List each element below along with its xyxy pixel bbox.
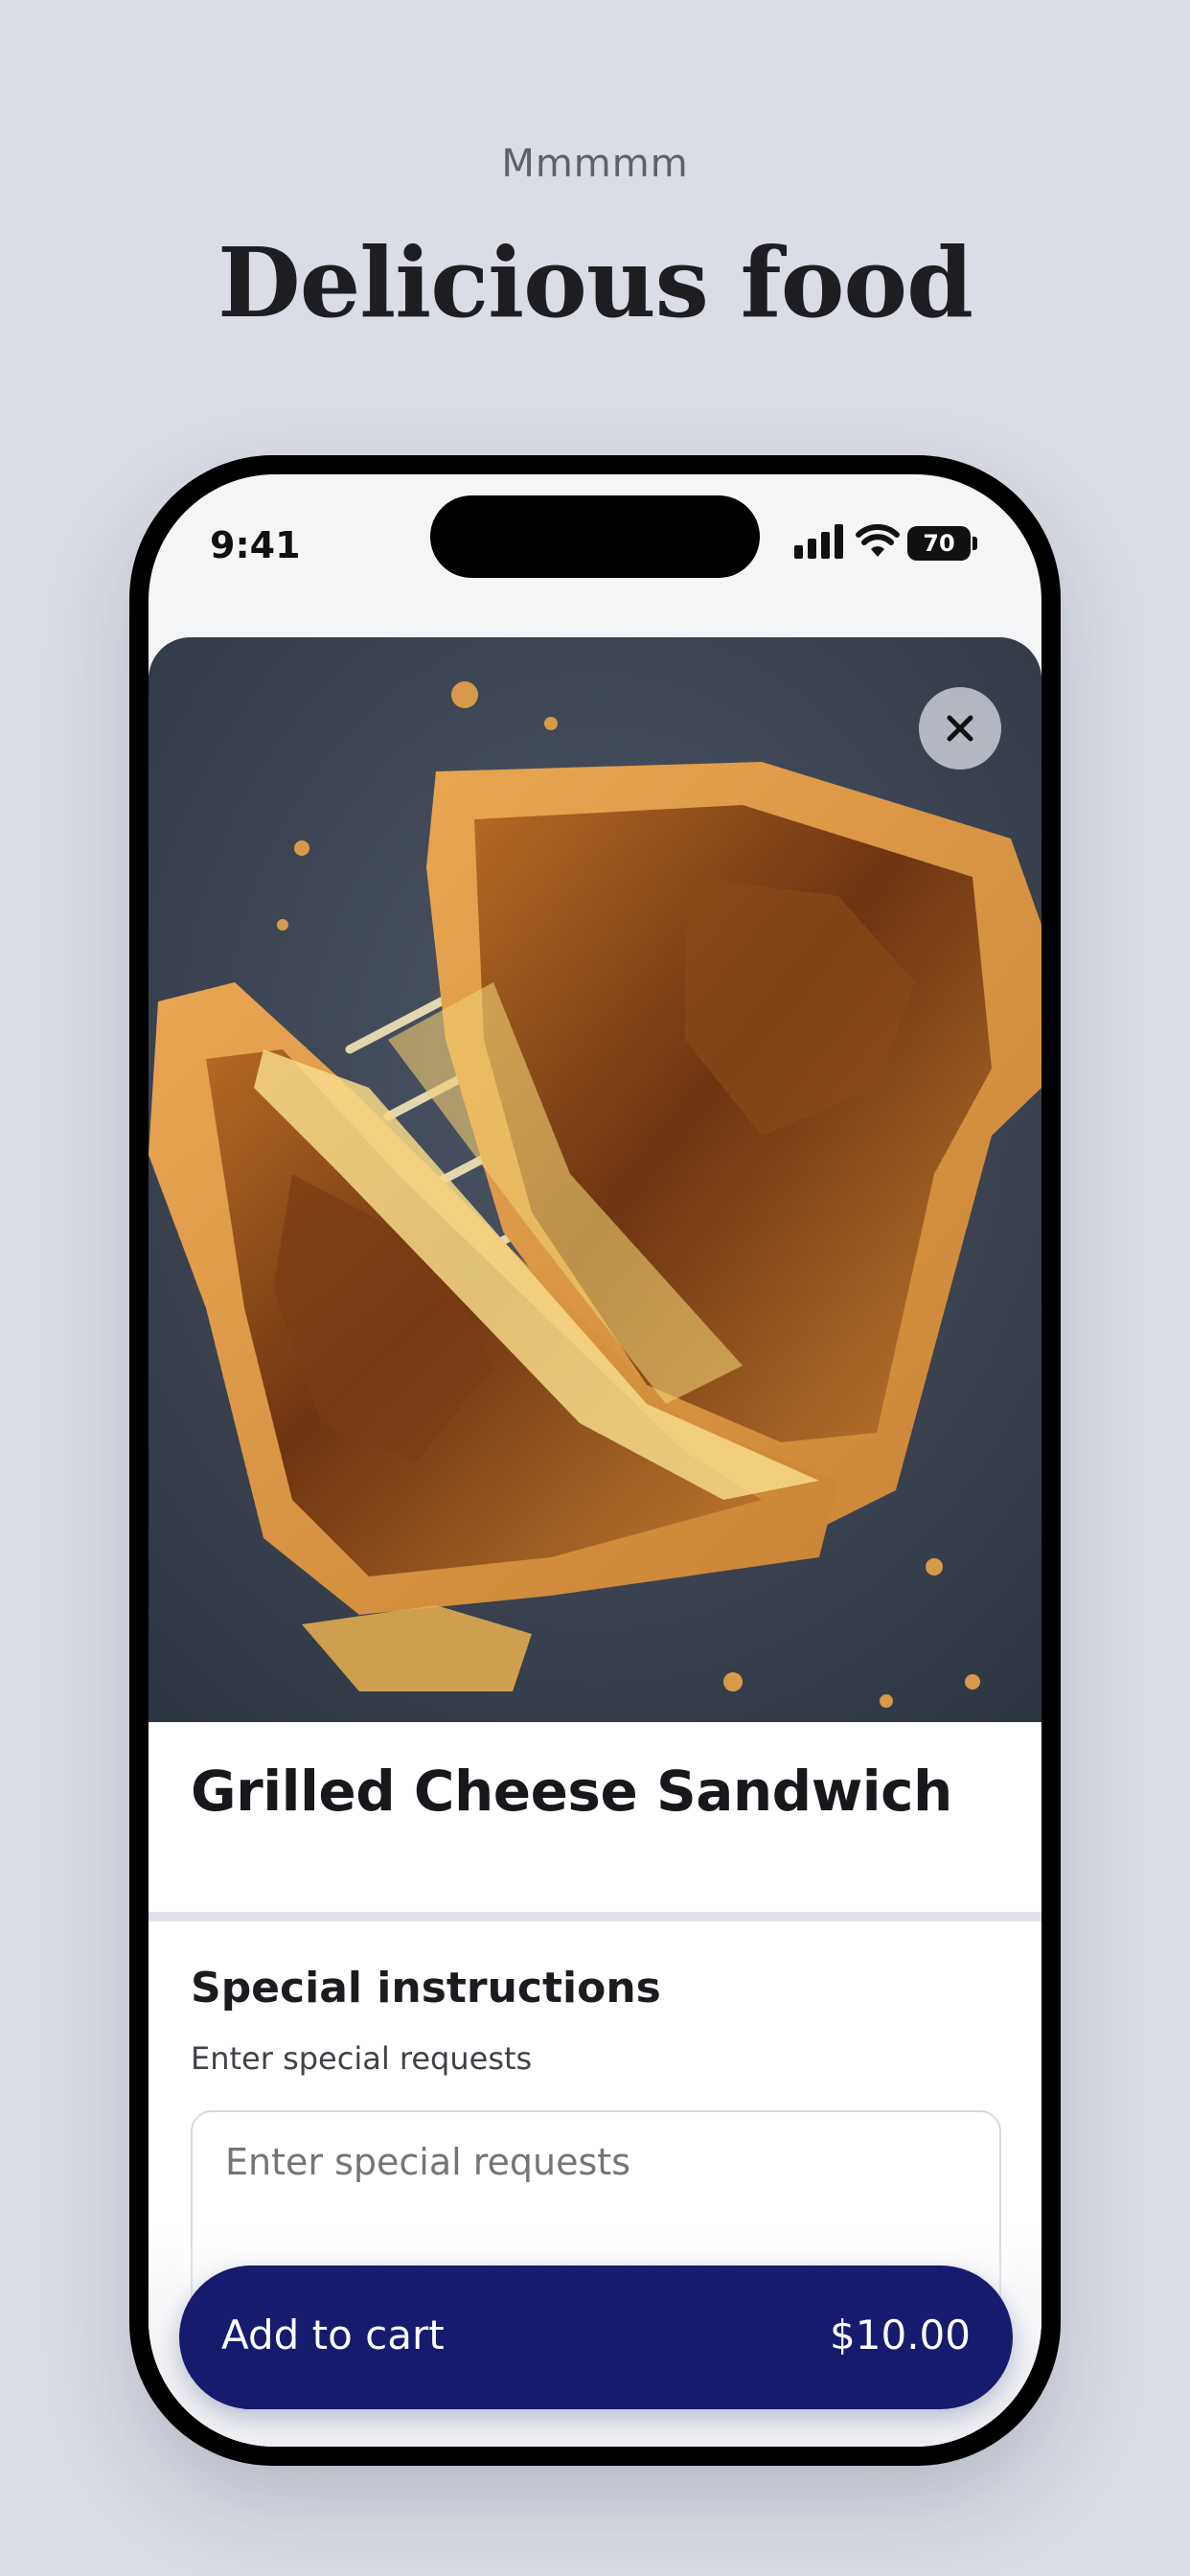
item-title: Grilled Cheese Sandwich xyxy=(191,1759,952,1824)
dynamic-island xyxy=(430,495,760,578)
item-sheet: Grilled Cheese Sandwich Special instruct… xyxy=(149,637,1041,2447)
close-icon xyxy=(947,715,973,742)
status-time: 9:41 xyxy=(210,524,301,566)
battery-level: 70 xyxy=(907,526,971,561)
section-divider xyxy=(149,1912,1041,1921)
battery-icon: 70 xyxy=(907,526,978,563)
special-instructions-subtitle: Enter special requests xyxy=(191,2040,533,2077)
signal-icon xyxy=(794,524,843,559)
wifi-icon xyxy=(856,524,900,557)
battery-cap xyxy=(973,537,977,550)
phone-frame: 9:41 70 Grilled Cheese Sandwich Special … xyxy=(129,455,1061,2466)
add-to-cart-label: Add to cart xyxy=(221,2312,445,2358)
cart-price: $10.00 xyxy=(830,2312,971,2358)
phone-screen: 9:41 70 Grilled Cheese Sandwich Special … xyxy=(149,474,1041,2447)
close-button[interactable] xyxy=(919,687,1001,770)
status-bar: 9:41 70 xyxy=(149,474,1041,618)
page-headline: Delicious food xyxy=(217,226,973,339)
special-instructions-title: Special instructions xyxy=(191,1964,661,2012)
page-eyebrow: Mmmmm xyxy=(501,142,689,186)
add-to-cart-button[interactable]: Add to cart $10.00 xyxy=(179,2266,1013,2409)
item-photo xyxy=(149,637,1041,1722)
